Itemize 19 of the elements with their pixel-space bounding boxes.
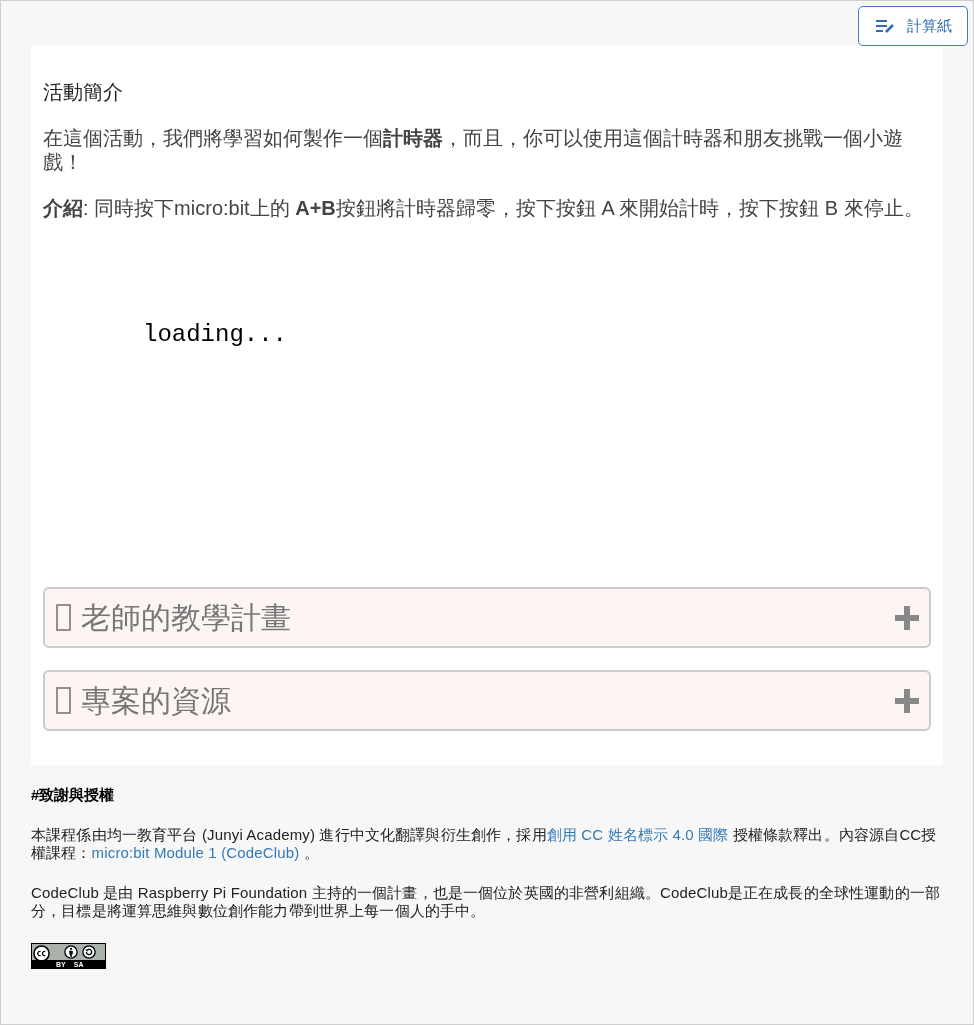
accordion-header[interactable]: 專案的資源: [43, 670, 931, 731]
credits-paragraph: CodeClub 是由 Raspberry Pi Foundation 主持的一個計畫，也是一個位於英國的非營利組織。CodeClub是正在成長的全球性運動的一部分，目標是將運算思維與數位創作能力帶到世界上每一個人的手中。: [31, 884, 941, 920]
scratchpad-button[interactable]: 計算紙: [858, 6, 968, 46]
loading-text: loading...: [143, 320, 288, 350]
section-heading: 活動簡介: [43, 80, 124, 105]
license-link[interactable]: 創用 CC 姓名標示 4.0 國際: [546, 826, 729, 843]
intro-paragraph: 介紹: 同時按下micro:bit上的 A+B按鈕將計時器歸零，按下按鈕 A 來開始計時，按下按鈕 B 來停止。: [43, 196, 925, 220]
accordion-title: 專案的資源: [81, 682, 231, 719]
edit-note-icon: [874, 18, 895, 34]
credits-heading: #致謝與授權: [31, 786, 115, 804]
person-icon: [64, 945, 78, 959]
share-alike-icon: [82, 945, 96, 959]
accordion-title: 老師的教學計畫: [81, 599, 291, 636]
missing-glyph-icon: [56, 687, 71, 714]
accordion-header[interactable]: 老師的教學計畫: [43, 587, 931, 648]
credits-paragraph: 本課程係由均一教育平台 (Junyi Academy) 進行中文化翻譯與衍生創作，採用創用 CC 姓名標示 4.0 國際 授權條款釋出。內容源自CC授權課程：micro:bit Module 1 (CodeClub) 。: [31, 826, 938, 862]
intro-paragraph: 在這個活動，我們將學習如何製作一個計時器，而且，你可以使用這個計時器和朋友挑戰一個小遊戲！: [43, 126, 904, 174]
missing-glyph-icon: [56, 604, 71, 631]
license-link[interactable]: micro:bit Module 1 (CodeClub): [91, 844, 300, 861]
